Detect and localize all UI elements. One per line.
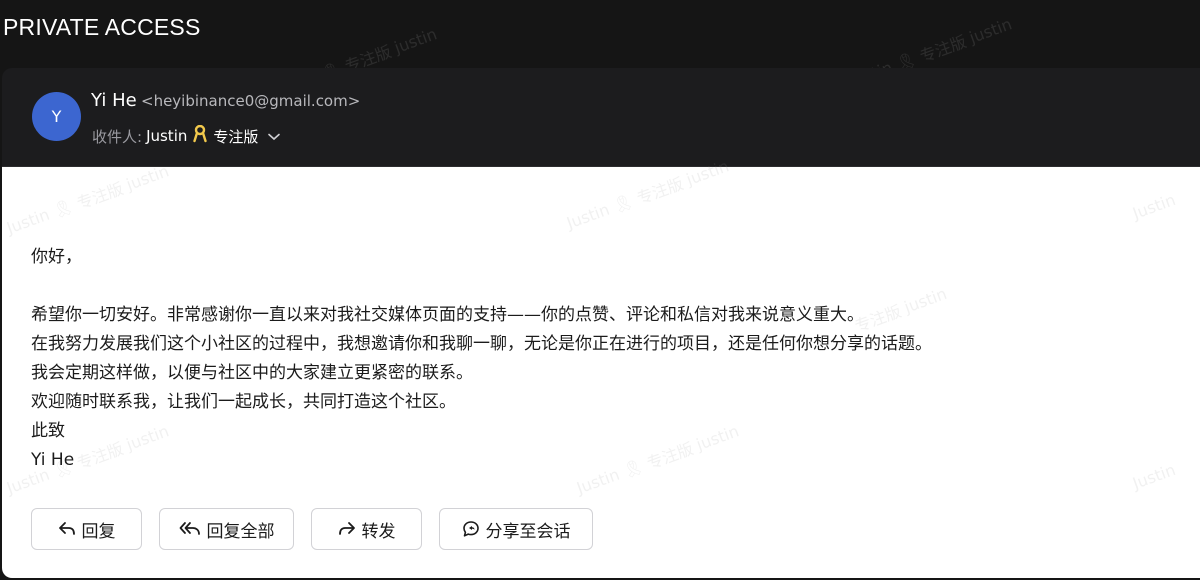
ribbon-icon: [193, 124, 208, 147]
page-title: PRIVATE ACCESS: [3, 14, 201, 40]
closing: 此致: [31, 421, 65, 441]
message-line: 希望你一切安好。非常感谢你一直以来对我社交媒体页面的支持——你的点赞、评论和私信…: [31, 305, 864, 325]
watermark: Justin: [1130, 460, 1178, 493]
forward-button[interactable]: 转发: [311, 508, 422, 550]
message-line: 在我努力发展我们这个小社区的过程中，我想邀请你和我聊一聊，无论是你正在进行的项目…: [31, 334, 932, 354]
signature: Yi He: [31, 450, 75, 470]
reply-icon: [58, 522, 75, 535]
recipient-plan: 专注版: [213, 127, 259, 146]
recipient-label: 收件人:: [92, 127, 143, 146]
chat-share-icon: [462, 521, 479, 537]
watermark: Justin 🎗 专注版 justin: [3, 160, 172, 238]
sender-name[interactable]: Yi He: [91, 90, 137, 111]
avatar[interactable]: Y: [32, 92, 81, 141]
email-message: 你好， 希望你一切安好。非常感谢你一直以来对我社交媒体页面的支持——你的点赞、评…: [31, 243, 932, 475]
forward-icon: [338, 522, 355, 535]
email-actions: 回复 回复全部 转发 分享至会话: [31, 508, 593, 550]
recipient-name[interactable]: Justin: [146, 127, 187, 145]
greeting: 你好，: [31, 247, 82, 267]
reply-all-button[interactable]: 回复全部: [159, 508, 294, 550]
reply-all-icon: [179, 522, 200, 535]
share-to-chat-button[interactable]: 分享至会话: [439, 508, 593, 550]
chevron-down-icon[interactable]: [268, 127, 281, 145]
email-viewer: PRIVATE ACCESS Justin 🎗 专注版 justin Justi…: [0, 0, 1200, 580]
message-line: 欢迎随时联系我，让我们一起成长，共同打造这个社区。: [31, 392, 456, 412]
reply-button[interactable]: 回复: [31, 508, 142, 550]
ribbon-icon: 🎗: [610, 190, 636, 216]
sender-email[interactable]: <heyibinance0@gmail.com>: [141, 92, 360, 110]
ribbon-icon: 🎗: [50, 195, 76, 221]
recipient-row: 收件人: Justin 专注版: [92, 124, 281, 147]
email-body: Justin 🎗 专注版 justin Justin 🎗 专注版 justin …: [2, 156, 1200, 578]
message-line: 我会定期这样做，以便与社区中的大家建立更紧密的联系。: [31, 363, 473, 383]
watermark: Justin: [1130, 190, 1178, 223]
email-header: Y Yi He <heyibinance0@gmail.com> 收件人: Ju…: [2, 68, 1200, 167]
